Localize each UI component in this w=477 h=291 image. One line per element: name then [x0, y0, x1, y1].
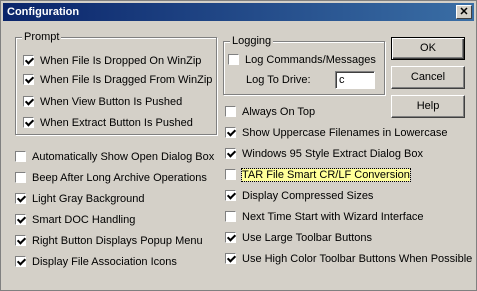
prompt-item-dragged[interactable]: When File Is Dragged From WinZip	[23, 72, 212, 88]
checkbox[interactable]	[225, 168, 236, 180]
checkbox[interactable]	[15, 255, 26, 267]
checkbox[interactable]	[15, 171, 26, 183]
checkbox[interactable]	[15, 192, 26, 204]
checkbox[interactable]	[23, 54, 34, 66]
prompt-item-view[interactable]: When View Button Is Pushed	[23, 94, 182, 110]
help-button[interactable]: Help	[391, 95, 465, 118]
close-icon: ✕	[459, 6, 469, 18]
log-drive-input[interactable]: c	[335, 71, 375, 89]
log-drive-label: Log To Drive:	[246, 74, 311, 86]
option-auto-open-dialog[interactable]: Automatically Show Open Dialog Box	[15, 149, 214, 165]
option-win95-extract-dialog[interactable]: Windows 95 Style Extract Dialog Box	[225, 146, 423, 162]
prompt-item-dropped[interactable]: When File Is Dropped On WinZip	[23, 53, 201, 69]
checkbox[interactable]	[225, 126, 236, 138]
configuration-dialog: Configuration ✕ Prompt When File Is Drop…	[0, 0, 477, 291]
option-light-gray-bg[interactable]: Light Gray Background	[15, 191, 145, 207]
prompt-item-extract[interactable]: When Extract Button Is Pushed	[23, 115, 193, 131]
checkbox[interactable]	[225, 210, 236, 222]
checkbox[interactable]	[23, 116, 34, 128]
ok-button[interactable]: OK	[391, 37, 465, 60]
checkbox[interactable]	[228, 53, 239, 65]
checkbox[interactable]	[225, 252, 236, 264]
checkbox[interactable]	[225, 189, 236, 201]
option-file-assoc-icons[interactable]: Display File Association Icons	[15, 254, 177, 270]
cancel-button[interactable]: Cancel	[391, 66, 465, 89]
title-bar: Configuration ✕	[3, 3, 474, 21]
option-compressed-sizes[interactable]: Display Compressed Sizes	[225, 188, 373, 204]
option-tar-crlf[interactable]: TAR File Smart CR/LF Conversion	[225, 167, 411, 183]
option-always-on-top[interactable]: Always On Top	[225, 104, 315, 120]
checkbox[interactable]	[15, 150, 26, 162]
checkbox[interactable]	[225, 231, 236, 243]
option-smart-doc[interactable]: Smart DOC Handling	[15, 212, 135, 228]
logging-group-label: Logging	[230, 35, 274, 47]
option-wizard-interface[interactable]: Next Time Start with Wizard Interface	[225, 209, 424, 225]
checkbox[interactable]	[225, 147, 236, 159]
checkbox[interactable]	[225, 105, 236, 117]
checkbox[interactable]	[15, 234, 26, 246]
option-right-button-popup[interactable]: Right Button Displays Popup Menu	[15, 233, 203, 249]
option-uppercase-lowercase[interactable]: Show Uppercase Filenames in Lowercase	[225, 125, 447, 141]
log-commands-option[interactable]: Log Commands/Messages	[228, 52, 376, 68]
close-button[interactable]: ✕	[456, 5, 472, 19]
window-title: Configuration	[7, 6, 80, 18]
checkbox[interactable]	[23, 95, 34, 107]
option-high-color-toolbar[interactable]: Use High Color Toolbar Buttons When Poss…	[225, 251, 472, 267]
prompt-group-label: Prompt	[22, 31, 62, 43]
checkbox[interactable]	[23, 73, 34, 85]
option-beep[interactable]: Beep After Long Archive Operations	[15, 170, 207, 186]
checkbox[interactable]	[15, 213, 26, 225]
option-large-toolbar[interactable]: Use Large Toolbar Buttons	[225, 230, 372, 246]
